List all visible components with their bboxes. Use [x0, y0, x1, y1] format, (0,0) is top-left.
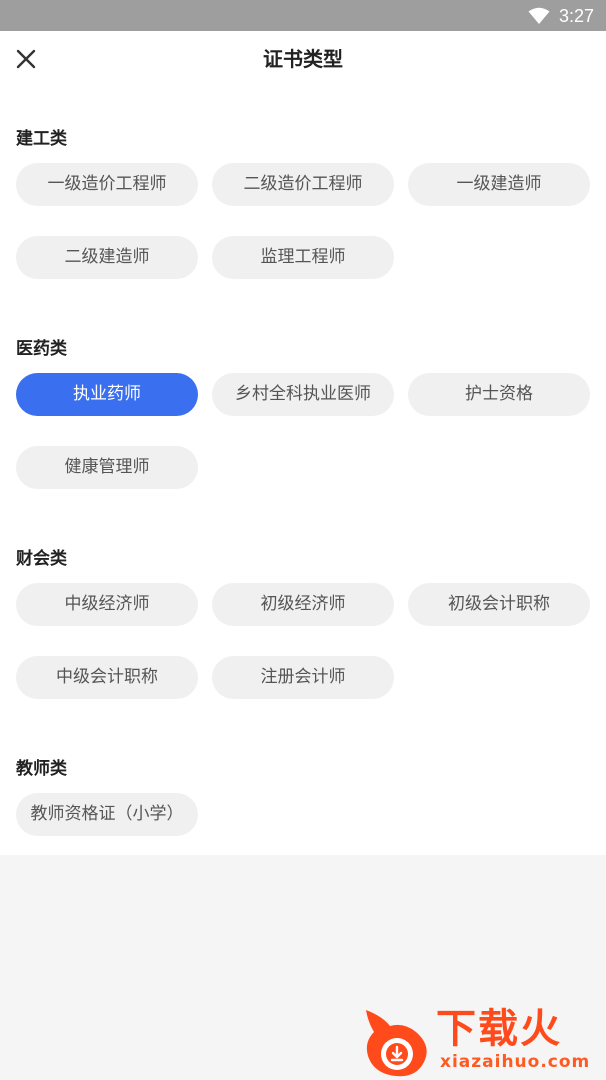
- chip-intermediate-accountant[interactable]: 中级会计职称: [16, 656, 198, 699]
- header: 证书类型: [0, 31, 606, 89]
- chip-cost-engineer-level2[interactable]: 二级造价工程师: [212, 163, 394, 206]
- watermark-url: xiazaihuo.com: [440, 1052, 591, 1072]
- chip-intermediate-economist[interactable]: 中级经济师: [16, 583, 198, 626]
- page-title: 证书类型: [263, 47, 343, 71]
- status-bar: 3:27: [0, 0, 606, 31]
- chip-constructor-level2[interactable]: 二级建造师: [16, 236, 198, 279]
- chip-supervision-engineer[interactable]: 监理工程师: [212, 236, 394, 279]
- wifi-icon: [528, 7, 550, 24]
- chip-cost-engineer-level1[interactable]: 一级造价工程师: [16, 163, 198, 206]
- chip-junior-accountant[interactable]: 初级会计职称: [408, 583, 590, 626]
- chip-rural-general-practitioner[interactable]: 乡村全科执业医师: [212, 373, 394, 416]
- section-title-medicine: 医药类: [16, 339, 67, 359]
- watermark-logo: 下载火 xiazaihuo.com: [358, 1000, 606, 1080]
- status-time: 3:27: [559, 6, 595, 26]
- section-title-construction: 建工类: [16, 129, 67, 149]
- certificate-type-sheet: 证书类型 建工类 一级造价工程师 二级造价工程师 一级建造师 二级建造师 监理工…: [0, 31, 606, 855]
- chip-cpa[interactable]: 注册会计师: [212, 656, 394, 699]
- chip-teacher-qualification-primary[interactable]: 教师资格证（小学）: [16, 793, 198, 836]
- chip-junior-economist[interactable]: 初级经济师: [212, 583, 394, 626]
- section-title-teacher: 教师类: [16, 759, 67, 779]
- chip-licensed-pharmacist[interactable]: 执业药师: [16, 373, 198, 416]
- chip-nurse-qualification[interactable]: 护士资格: [408, 373, 590, 416]
- chip-health-manager[interactable]: 健康管理师: [16, 446, 198, 489]
- flame-download-icon: [366, 1010, 427, 1077]
- section-title-finance: 财会类: [16, 549, 67, 569]
- chip-constructor-level1[interactable]: 一级建造师: [408, 163, 590, 206]
- watermark-brand: 下载火: [436, 1006, 562, 1052]
